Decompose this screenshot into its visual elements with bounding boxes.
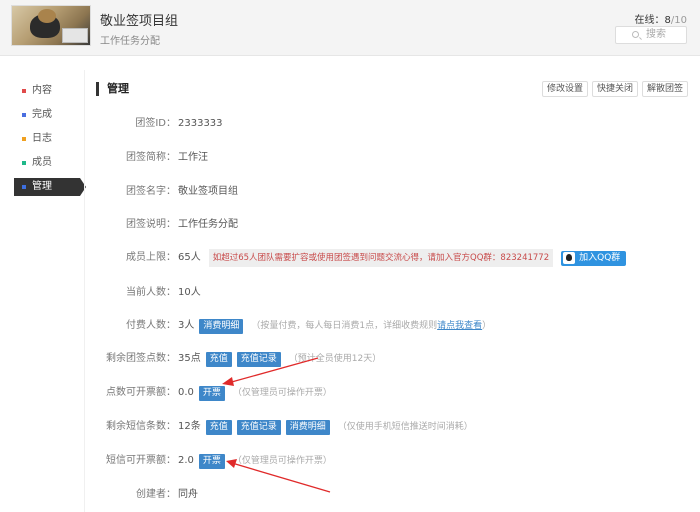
sidebar-item-members[interactable]: 成员 [14,154,80,172]
point-invoice-value: 0.0 [178,387,194,398]
online-status: 在线：8/10 [635,11,687,26]
billing-rules-link[interactable]: 请点我查看 [437,321,482,331]
sms-recharge-button[interactable]: 充值 [205,419,232,435]
remaining-sms-value: 12条 [178,421,201,432]
sms-invoice-value: 2.0 [178,455,194,466]
qq-icon [563,252,576,264]
paid-count-row: 付费人数： 3人 消费明细 （按量付费，每人每日消费1点，详细收费规则请点我查看… [96,317,491,335]
full-name-row: 团签名字： 敬业签项目组 [96,183,238,201]
field-label: 团签名字： [126,186,176,197]
sidebar-divider [84,70,85,512]
sidebar-item-label: 管理 [32,181,52,192]
billing-hint: （按量付费，每人每日消费1点，详细收费规则请点我查看） [251,317,491,335]
orange-dot-icon [22,137,26,141]
blue-dot-icon [22,185,26,189]
green-dot-icon [22,161,26,165]
online-label: 在线： [634,15,665,26]
dissolve-team-button[interactable]: 解散团签 [641,81,688,97]
sidebar-item-label: 日志 [32,133,52,144]
team-name: 敬业签项目组 [100,14,179,29]
current-count-value: 10人 [178,287,201,298]
field-label: 付费人数： [126,320,176,331]
description-row: 团签说明： 工作任务分配 [96,216,238,234]
short-name-row: 团签简称： 工作汪 [96,149,208,167]
red-dot-icon [22,89,26,93]
search-button[interactable]: 搜索 [615,26,687,44]
remaining-points-row: 剩余团签点数： 35点 充值 充值记录 （预计全员使用12天） [96,350,381,368]
creator-row: 创建者： 同舟 [96,486,198,504]
sidebar-item-label: 成员 [32,157,52,168]
sms-usage-hint: （仅使用手机短信推送时间消耗） [337,422,473,432]
dog-head-shape [38,9,56,23]
team-id-value: 2333333 [178,118,223,129]
billing-hint-suffix: ） [482,321,492,331]
current-count-row: 当前人数： 10人 [96,284,201,302]
full-name-value: 敬业签项目组 [178,186,238,197]
blue-dot-icon [22,113,26,117]
member-limit-row: 成员上限： 65人 如超过65人团队需要扩容或使用团签遇到问题交流心得，请加入官… [96,249,627,267]
points-recharge-button[interactable]: 充值 [205,351,232,367]
field-label: 团签ID： [135,118,176,129]
laptop-shape [62,28,88,43]
sidebar-item-label: 内容 [32,85,52,96]
consumption-detail-button[interactable]: 消费明细 [199,318,244,334]
join-qq-group-button[interactable]: 加入QQ群 [561,250,627,266]
sms-invoice-button[interactable]: 开票 [198,453,225,469]
field-label: 短信可开票额： [106,455,176,466]
sms-invoice-hint: （仅管理员可操作开票） [232,456,332,466]
points-recharge-history-button[interactable]: 充值记录 [236,351,281,367]
remaining-sms-row: 剩余短信条数： 12条 充值 充值记录 消费明细 （仅使用手机短信推送时间消耗） [96,418,473,436]
point-invoice-button[interactable]: 开票 [198,385,225,401]
field-label: 创建者： [136,489,176,500]
field-label: 团签简称： [126,152,176,163]
field-label: 成员上限： [126,252,176,263]
short-name-value: 工作汪 [178,152,208,163]
sidebar-item-manage[interactable]: 管理 [14,178,86,196]
sidebar-item-log[interactable]: 日志 [14,130,80,148]
join-qq-label: 加入QQ群 [579,253,621,263]
sidebar-item-done[interactable]: 完成 [14,106,80,124]
sidebar-item-content[interactable]: 内容 [14,82,80,100]
billing-hint-prefix: （按量付费，每人每日消费1点，详细收费规则 [251,321,438,331]
field-label: 剩余团签点数： [106,353,176,364]
sms-consumption-detail-button[interactable]: 消费明细 [285,419,330,435]
team-id-row: 团签ID： 2333333 [96,115,223,133]
upgrade-notice: 如超过65人团队需要扩容或使用团签遇到问题交流心得，请加入官方QQ群：82324… [208,249,554,267]
sidebar-nav: 内容 完成 日志 成员 管理 [14,82,86,202]
description-value: 工作任务分配 [178,219,238,230]
quick-close-button[interactable]: 快捷关闭 [591,81,638,97]
team-description: 工作任务分配 [100,36,160,47]
sidebar-item-label: 完成 [32,109,52,120]
panel-toolbar: 修改设置 快捷关闭 解散团签 [541,81,688,97]
point-invoice-hint: （仅管理员可操作开票） [232,388,332,398]
creator-value: 同舟 [178,489,198,500]
field-label: 团签说明： [126,219,176,230]
paid-count-value: 3人 [178,320,195,331]
search-label: 搜索 [646,29,666,40]
panel-title: 管理 [96,82,129,96]
sms-invoice-row: 短信可开票额： 2.0 开票 （仅管理员可操作开票） [96,452,332,470]
online-max: /10 [670,15,687,26]
edit-settings-button[interactable]: 修改设置 [541,81,588,97]
team-header: 敬业签项目组 工作任务分配 在线：8/10 搜索 [0,0,700,56]
points-estimate-hint: （预计全员使用12天） [288,354,382,364]
point-invoice-row: 点数可开票额： 0.0 开票 （仅管理员可操作开票） [96,384,332,402]
search-icon [632,31,639,38]
field-label: 当前人数： [126,287,176,298]
field-label: 点数可开票额： [106,387,176,398]
team-avatar[interactable] [11,5,91,46]
field-label: 剩余短信条数： [106,421,176,432]
member-limit-value: 65人 [178,252,201,263]
sms-recharge-history-button[interactable]: 充值记录 [236,419,281,435]
remaining-points-value: 35点 [178,353,201,364]
